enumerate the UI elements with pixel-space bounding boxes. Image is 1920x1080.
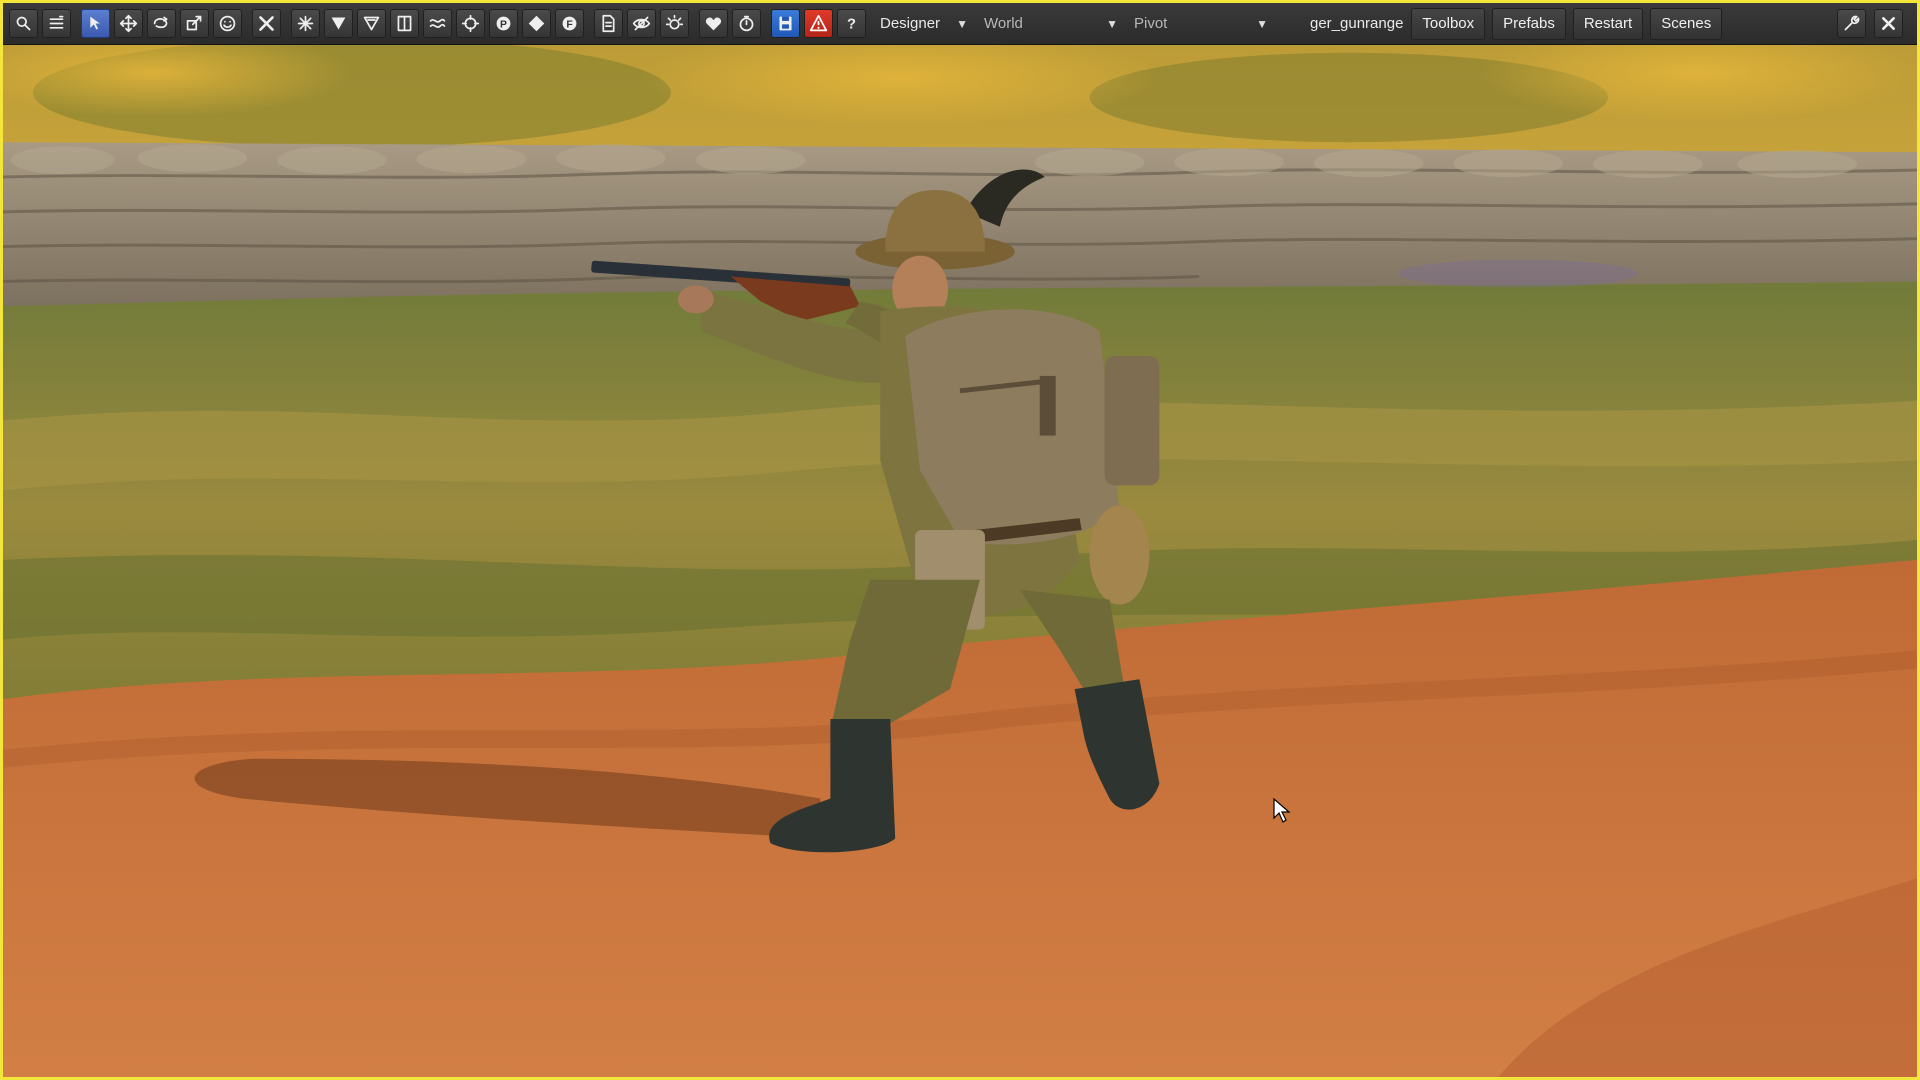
warning-button[interactable] (804, 9, 833, 38)
document-button[interactable] (594, 9, 623, 38)
timer-button[interactable] (732, 9, 761, 38)
menu-button[interactable] (42, 9, 71, 38)
restart-button[interactable]: Restart (1572, 7, 1644, 40)
window-controls (1837, 9, 1911, 38)
filter-outline-icon (363, 16, 380, 31)
menu-icon (49, 15, 64, 29)
eye-hidden-icon (632, 16, 651, 31)
bounds-button[interactable] (390, 9, 419, 38)
target-button[interactable] (456, 9, 485, 38)
scene-render (3, 3, 1917, 1077)
sun-icon (665, 14, 684, 30)
toolbox-button[interactable]: Toolbox (1411, 7, 1486, 40)
save-button[interactable] (771, 9, 800, 38)
prefabs-button[interactable]: Prefabs (1492, 7, 1566, 40)
wrench-button[interactable] (1837, 9, 1866, 38)
svg-text:?: ? (847, 17, 856, 33)
filter-icon (331, 17, 346, 30)
f-marker-button[interactable]: F (555, 9, 584, 38)
level-name: ger_gunrange (1310, 15, 1404, 32)
target-icon (461, 14, 480, 33)
svg-text:P: P (500, 19, 507, 30)
mouse-cursor-icon (1273, 798, 1291, 823)
space-dropdown[interactable]: World ▼ (976, 9, 1126, 39)
document-icon (602, 14, 615, 33)
rotate-tool-icon (153, 16, 168, 29)
close-button[interactable] (1874, 9, 1903, 38)
mode-dropdown-value: Designer (880, 15, 941, 32)
move-tool-icon (119, 14, 138, 33)
snap-button[interactable] (291, 9, 320, 38)
filter-button[interactable] (324, 9, 353, 38)
help-button[interactable]: ? (837, 9, 866, 38)
space-dropdown-value: World (984, 15, 1023, 32)
scale-tool-icon (186, 15, 202, 31)
close-icon (1882, 17, 1895, 30)
editor-frame: P F? Designer ▼ World ▼ Pivot ▼ ger_gunra… (0, 0, 1920, 1080)
close-x-button[interactable] (252, 9, 281, 38)
scenes-button[interactable]: Scenes (1650, 7, 1723, 40)
bounds-icon (397, 15, 412, 32)
wrench-icon (1844, 15, 1860, 31)
chevron-down-icon: ▼ (1256, 16, 1268, 31)
p-marker-button[interactable]: P (489, 9, 518, 38)
help-icon: ? (847, 17, 856, 33)
filter-outline-button[interactable] (357, 9, 386, 38)
move-tool-button[interactable] (114, 9, 143, 38)
eye-hidden-button[interactable] (627, 9, 656, 38)
timer-icon (739, 15, 754, 32)
f-marker-icon: F (562, 16, 577, 31)
diamond-button[interactable] (522, 9, 551, 38)
tool-buttons: P F? (9, 9, 870, 39)
snap-icon (297, 15, 314, 32)
scene-viewport[interactable] (3, 3, 1917, 1077)
chevron-down-icon: ▼ (1106, 16, 1118, 31)
pivot-dropdown-value: Pivot (1134, 15, 1168, 32)
svg-text:F: F (566, 19, 572, 30)
save-icon (779, 16, 792, 31)
pivot-dropdown[interactable]: Pivot ▼ (1126, 9, 1276, 39)
physics-button[interactable] (423, 9, 452, 38)
select-tool-button[interactable] (81, 9, 110, 38)
heart-icon (705, 17, 722, 31)
search-button[interactable] (9, 9, 38, 38)
diamond-icon (528, 15, 545, 32)
sun-button[interactable] (660, 9, 689, 38)
search-icon (16, 16, 31, 31)
heart-button[interactable] (699, 9, 728, 38)
smiley-button[interactable] (213, 9, 242, 38)
smiley-icon (219, 15, 236, 32)
chevron-down-icon: ▼ (956, 16, 968, 31)
select-tool-icon (90, 16, 100, 30)
mode-dropdown[interactable]: Designer ▼ (872, 9, 976, 39)
physics-icon (429, 18, 446, 28)
editor-toolbar: P F? Designer ▼ World ▼ Pivot ▼ ger_gunra… (3, 3, 1917, 45)
warning-icon (809, 14, 828, 32)
p-marker-icon: P (496, 16, 511, 31)
rotate-tool-button[interactable] (147, 9, 176, 38)
close-x-icon (259, 16, 274, 31)
scale-tool-button[interactable] (180, 9, 209, 38)
